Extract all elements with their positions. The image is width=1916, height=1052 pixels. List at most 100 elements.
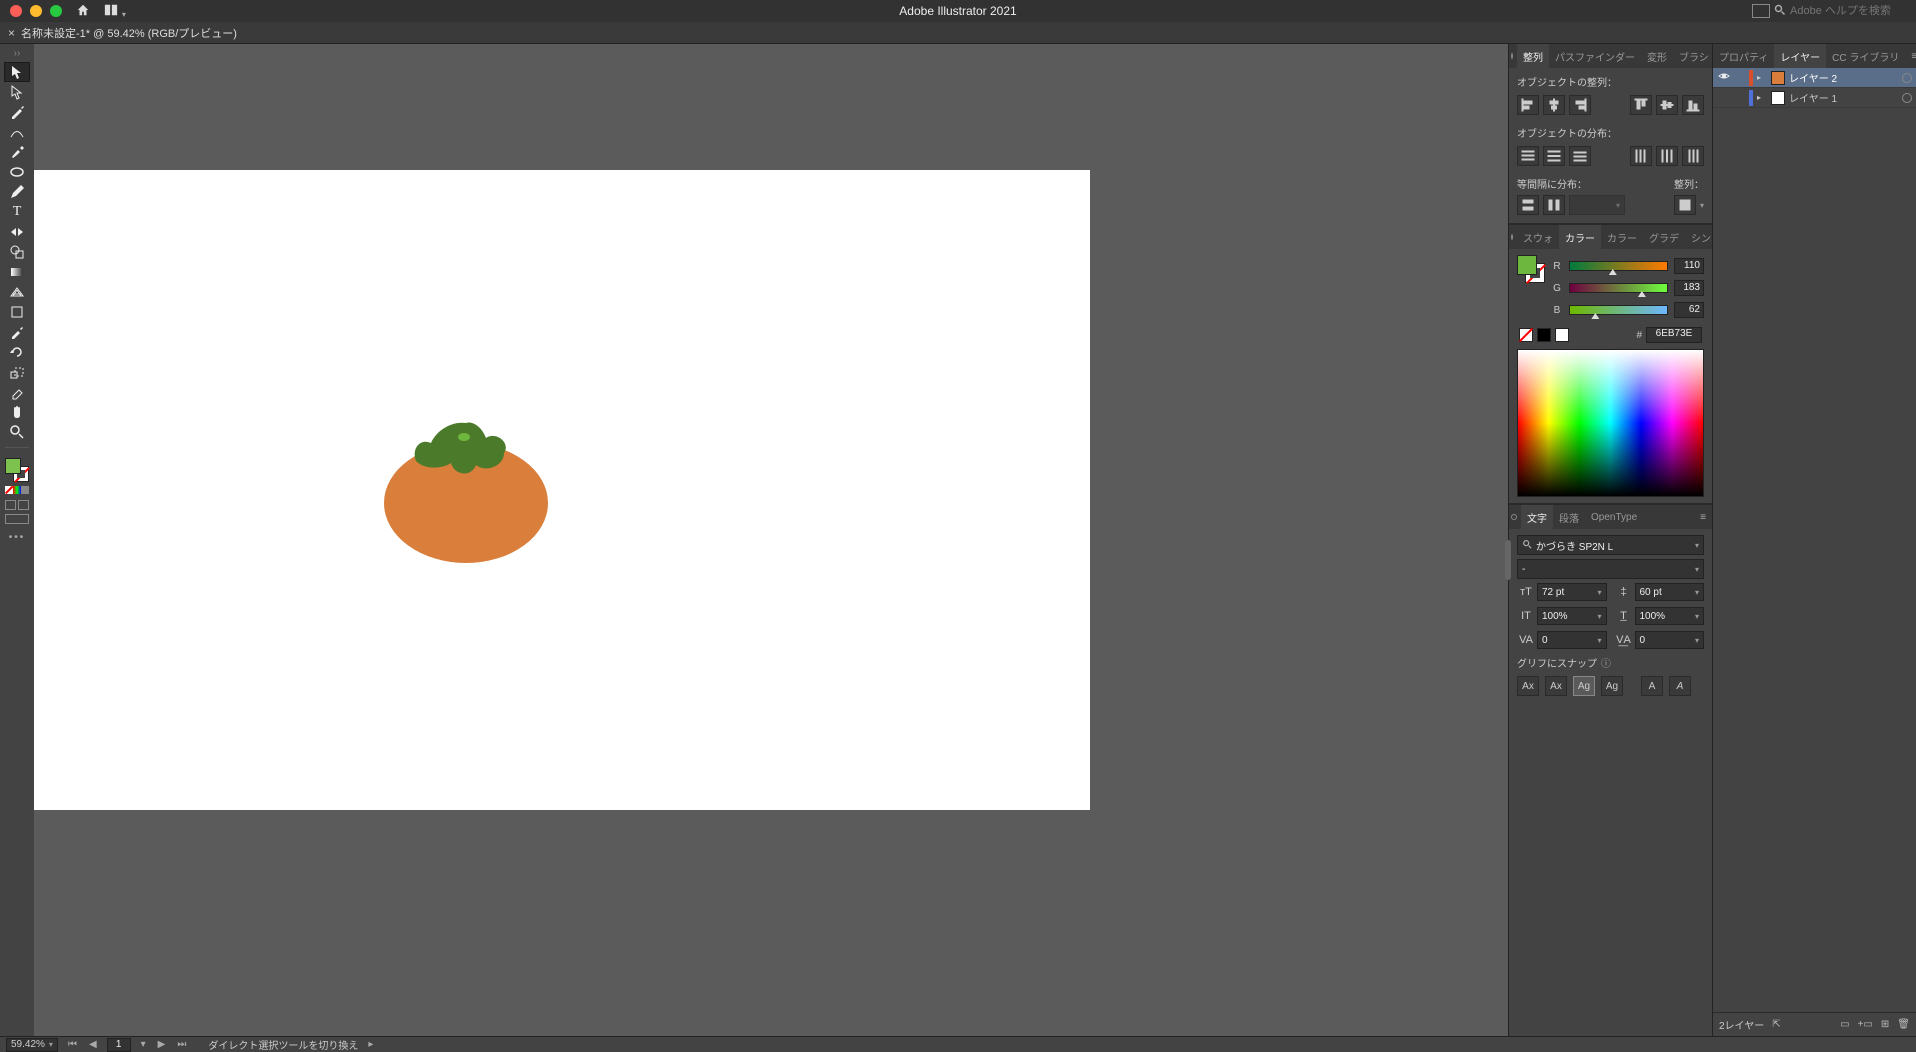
align-hcenter-button[interactable] — [1543, 95, 1565, 115]
layer-row[interactable]: ▸ レイヤー 2 — [1713, 68, 1916, 88]
artboard-dropdown-icon[interactable]: ▾ — [139, 1039, 148, 1050]
panel-dock-icon[interactable] — [1511, 234, 1513, 240]
b-value[interactable]: 62 — [1674, 302, 1704, 318]
new-layer-icon[interactable]: ⊞ — [1881, 1019, 1889, 1030]
align-vcenter-button[interactable] — [1656, 95, 1678, 115]
align-left-button[interactable] — [1517, 95, 1539, 115]
chevron-down-icon[interactable]: ▾ — [1700, 201, 1704, 210]
scale-tool[interactable] — [5, 363, 29, 381]
glyph-snap-5[interactable]: A — [1641, 676, 1663, 696]
panel-dock-icon[interactable] — [1511, 53, 1513, 59]
dist-hcenter-button[interactable] — [1656, 146, 1678, 166]
tab-color[interactable]: カラー — [1559, 225, 1601, 249]
next-artboard-icon[interactable]: ▶ — [156, 1039, 168, 1050]
dist-vcenter-button[interactable] — [1543, 146, 1565, 166]
collect-layer-icon[interactable]: ▭ — [1840, 1019, 1849, 1030]
toolbar-chevrons-icon[interactable]: ›› — [2, 48, 32, 59]
curvature-tool[interactable] — [5, 123, 29, 141]
align-to-button[interactable] — [1674, 195, 1696, 215]
dist-left-button[interactable] — [1630, 146, 1652, 166]
tab-character[interactable]: 文字 — [1521, 505, 1553, 529]
spacing-value-input[interactable]: ▾ — [1569, 195, 1625, 215]
font-family-select[interactable]: かづらき SP2N L ▾ — [1517, 535, 1704, 555]
prev-artboard-icon[interactable]: ◀ — [87, 1039, 99, 1050]
help-search-input[interactable] — [1790, 5, 1910, 17]
paintbrush-tool[interactable] — [5, 143, 29, 161]
color-mode-swatches[interactable] — [5, 486, 29, 494]
panel-collapse-handle[interactable] — [1505, 540, 1511, 580]
tab-align[interactable]: 整列 — [1517, 44, 1549, 68]
kerning-input[interactable]: 0▾ — [1537, 631, 1607, 649]
panel-menu-icon[interactable]: ≡ — [1905, 51, 1916, 62]
tab-paragraph[interactable]: 段落 — [1553, 505, 1585, 529]
new-sublayer-icon[interactable]: +▭ — [1858, 1019, 1873, 1030]
tab-cc-libraries[interactable]: CC ライブラリ — [1826, 44, 1905, 68]
arrange-docs-icon[interactable] — [1752, 4, 1770, 18]
eyedropper-tool[interactable] — [5, 323, 29, 341]
dist-bottom-button[interactable] — [1569, 146, 1591, 166]
zoom-select[interactable]: 59.42% ▾ — [6, 1038, 58, 1052]
hex-input[interactable]: 6EB73E — [1646, 327, 1702, 343]
maximize-window-icon[interactable] — [50, 5, 62, 17]
type-tool[interactable]: T — [5, 203, 29, 221]
info-icon[interactable]: ⓘ — [1601, 655, 1611, 670]
layer-name[interactable]: レイヤー 1 — [1789, 90, 1898, 105]
tab-pathfinder[interactable]: パスファインダー — [1549, 44, 1641, 68]
leading-input[interactable]: 60 pt▾ — [1635, 583, 1705, 601]
pencil-tool[interactable] — [5, 183, 29, 201]
r-slider[interactable] — [1569, 261, 1668, 271]
g-value[interactable]: 183 — [1674, 280, 1704, 296]
layer-name[interactable]: レイヤー 2 — [1789, 70, 1898, 85]
hscale-input[interactable]: 100%▾ — [1635, 607, 1705, 625]
rotate-tool[interactable] — [5, 343, 29, 361]
gradient-tool[interactable] — [5, 263, 29, 281]
glyph-snap-6[interactable]: A — [1669, 676, 1691, 696]
canvas-area[interactable] — [34, 44, 1508, 1036]
no-color-swatch[interactable] — [1519, 328, 1533, 342]
close-tab-icon[interactable]: × — [8, 26, 15, 40]
dist-top-button[interactable] — [1517, 146, 1539, 166]
visibility-icon[interactable] — [1717, 70, 1731, 85]
artboard-tool[interactable] — [5, 303, 29, 321]
glyph-snap-4[interactable]: Ag — [1601, 676, 1623, 696]
hand-tool[interactable] — [5, 403, 29, 421]
tab-properties[interactable]: プロパティ — [1713, 44, 1774, 68]
edit-toolbar-icon[interactable]: ••• — [9, 532, 26, 543]
selection-tool[interactable] — [5, 63, 29, 81]
direct-selection-tool[interactable] — [5, 83, 29, 101]
b-slider[interactable] — [1569, 305, 1668, 315]
status-menu-icon[interactable]: ▸ — [366, 1039, 375, 1050]
delete-layer-icon[interactable]: 🗑 — [1897, 1019, 1910, 1030]
panel-menu-icon[interactable]: ≡ — [1694, 512, 1712, 523]
black-swatch[interactable] — [1537, 328, 1551, 342]
pen-tool[interactable] — [5, 103, 29, 121]
r-value[interactable]: 110 — [1674, 258, 1704, 274]
tab-opentype[interactable]: OpenType — [1585, 505, 1643, 529]
search-icon[interactable] — [1774, 4, 1786, 19]
align-top-button[interactable] — [1630, 95, 1652, 115]
zoom-tool[interactable] — [5, 423, 29, 441]
font-size-input[interactable]: 72 pt▾ — [1537, 583, 1607, 601]
reflect-tool[interactable] — [5, 223, 29, 241]
document-tab[interactable]: × 名称未設定-1* @ 59.42% (RGB/プレビュー) — [8, 25, 237, 41]
align-bottom-button[interactable] — [1682, 95, 1704, 115]
shape-builder-tool[interactable] — [5, 243, 29, 261]
draw-mode-icons[interactable] — [5, 500, 29, 510]
eraser-tool[interactable] — [5, 383, 29, 401]
tab-layers[interactable]: レイヤー — [1774, 44, 1826, 68]
white-swatch[interactable] — [1555, 328, 1569, 342]
font-style-select[interactable]: - ▾ — [1517, 559, 1704, 579]
tracking-input[interactable]: 0▾ — [1635, 631, 1705, 649]
tab-swatches[interactable]: スウォ — [1517, 225, 1559, 249]
fill-stroke-swatch[interactable] — [5, 458, 29, 482]
last-artboard-icon[interactable]: ⏭ — [175, 1039, 188, 1050]
close-window-icon[interactable] — [10, 5, 22, 17]
perspective-grid-tool[interactable] — [5, 283, 29, 301]
locate-layer-icon[interactable]: ⇱ — [1772, 1019, 1780, 1030]
home-icon[interactable] — [76, 3, 90, 20]
arrange-documents-icon[interactable]: ▾ — [104, 3, 126, 20]
first-artboard-icon[interactable]: ⏮ — [66, 1039, 79, 1050]
tab-gradient[interactable]: グラデ — [1643, 225, 1685, 249]
tab-color-guide[interactable]: カラー — [1601, 225, 1643, 249]
dist-right-button[interactable] — [1682, 146, 1704, 166]
